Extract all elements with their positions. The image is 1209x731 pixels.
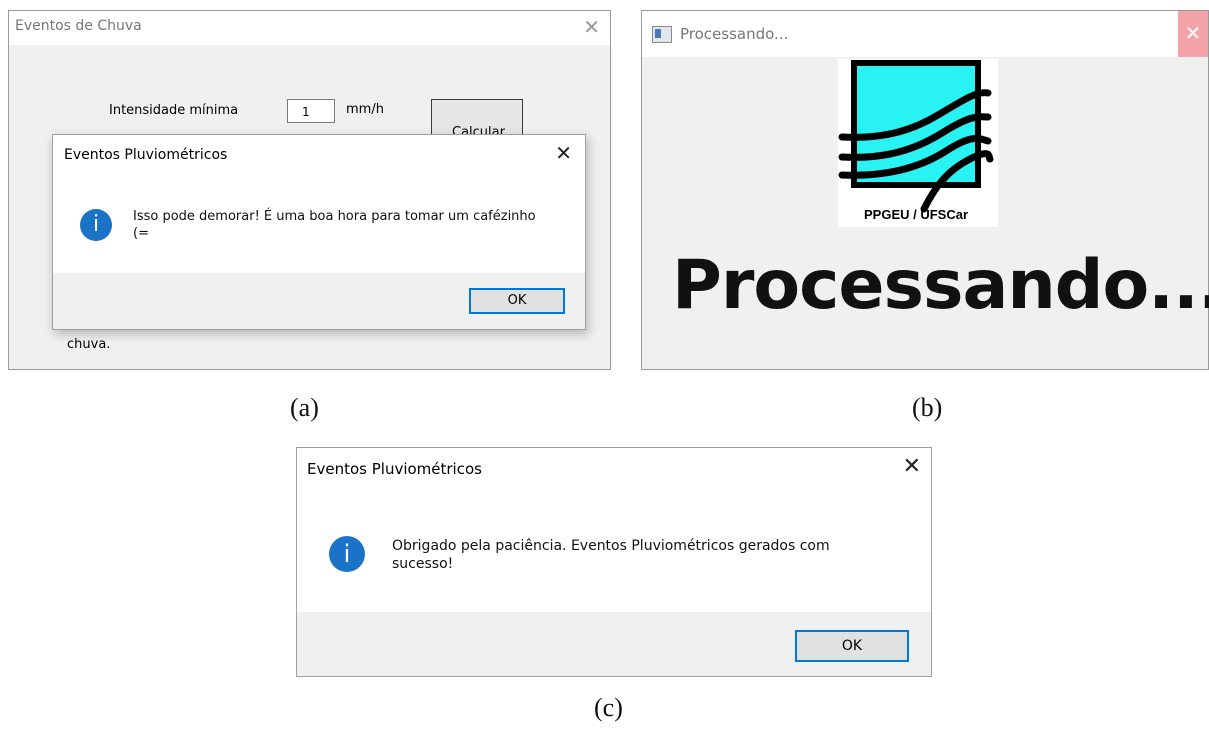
intensity-input[interactable]: 1 xyxy=(287,99,335,123)
logo-caption: PPGEU / UFSCar xyxy=(864,207,968,222)
caption-b: (b) xyxy=(912,393,943,422)
window-title: Eventos de Chuva xyxy=(15,18,142,34)
dialog-title: Eventos Pluviométricos xyxy=(64,147,228,163)
close-icon[interactable]: ✕ xyxy=(583,15,600,39)
close-icon[interactable]: ✕ xyxy=(555,141,572,165)
info-icon: i xyxy=(329,536,365,572)
app-icon xyxy=(652,26,672,43)
dialog-message-line2: (= xyxy=(133,226,149,241)
title-bar: Processando... ✕ xyxy=(642,11,1208,57)
dialog-message-line1: Isso pode demorar! É uma boa hora para t… xyxy=(133,209,536,224)
close-icon[interactable]: ✕ xyxy=(1178,11,1208,57)
message-dialog-a: Eventos Pluviométricos ✕ i Isso pode dem… xyxy=(52,134,586,330)
close-icon[interactable]: ✕ xyxy=(903,454,921,479)
intensity-unit: mm/h xyxy=(346,102,384,117)
ok-button[interactable]: OK xyxy=(795,630,909,662)
dialog-message-line1: Obrigado pela paciência. Eventos Pluviom… xyxy=(392,538,830,554)
caption-a: (a) xyxy=(290,393,319,422)
info-icon: i xyxy=(80,209,112,241)
message-dialog-c: Eventos Pluviométricos ✕ i Obrigado pela… xyxy=(296,447,932,677)
window-title: Processando... xyxy=(680,25,789,43)
dialog-footer: OK xyxy=(297,612,931,676)
dialog-message-line2: sucesso! xyxy=(392,556,454,572)
caption-c: (c) xyxy=(594,693,623,722)
processing-window: Processando... ✕ PPGEU / UFSCar Processa… xyxy=(641,10,1209,370)
ppgeu-logo: PPGEU / UFSCar xyxy=(838,59,998,227)
intensity-label: Intensidade mínima xyxy=(109,103,239,118)
logo-graphic: PPGEU / UFSCar xyxy=(838,60,994,222)
processing-text: Processando... xyxy=(672,246,1209,325)
dialog-footer: OK xyxy=(53,273,585,329)
title-bar: Eventos de Chuva ✕ xyxy=(9,11,610,45)
bottom-text: chuva. xyxy=(67,337,111,352)
ok-button[interactable]: OK xyxy=(469,288,565,314)
dialog-title: Eventos Pluviométricos xyxy=(307,460,482,478)
